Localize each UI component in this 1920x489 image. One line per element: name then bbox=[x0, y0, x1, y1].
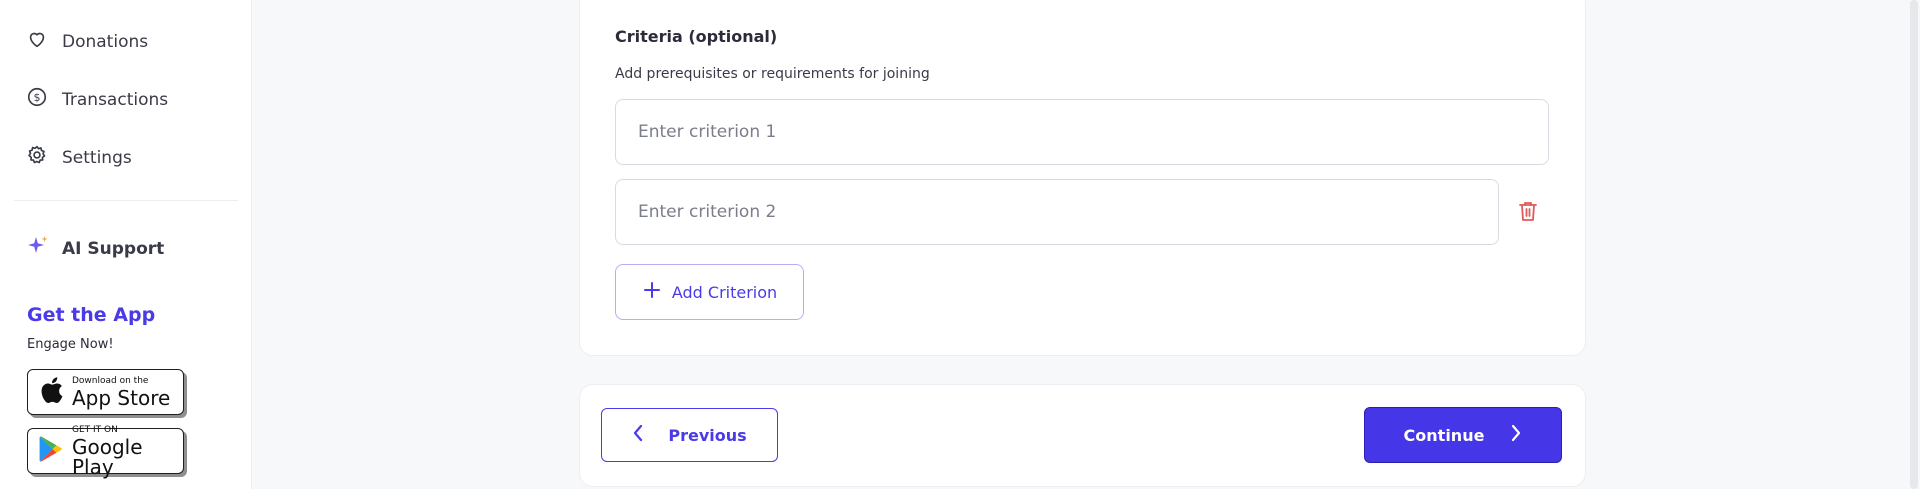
chevron-left-icon bbox=[632, 424, 644, 446]
criteria-title: Criteria (optional) bbox=[615, 27, 778, 46]
get-app-subtitle: Engage Now! bbox=[27, 337, 114, 352]
continue-button[interactable]: Continue bbox=[1364, 407, 1562, 463]
continue-label: Continue bbox=[1403, 425, 1485, 445]
app-store-badge[interactable]: Download on the App Store bbox=[27, 369, 184, 415]
criterion-2-input[interactable] bbox=[615, 179, 1499, 245]
app-store-big-text: App Store bbox=[72, 385, 171, 410]
add-criterion-button[interactable]: Add Criterion bbox=[615, 264, 804, 320]
page-scrollbar[interactable] bbox=[1910, 0, 1918, 489]
criteria-subtitle: Add prerequisites or requirements for jo… bbox=[615, 66, 930, 82]
gear-icon bbox=[26, 144, 48, 171]
app-store-small-text: Download on the bbox=[72, 375, 149, 386]
apple-icon bbox=[38, 375, 64, 409]
sidebar-item-label: Transactions bbox=[62, 89, 169, 110]
previous-button[interactable]: Previous bbox=[601, 408, 778, 462]
criterion-1-input[interactable] bbox=[615, 99, 1549, 165]
google-play-icon bbox=[38, 435, 64, 467]
heart-icon bbox=[26, 28, 48, 55]
sparkle-icon bbox=[26, 234, 50, 263]
sidebar-item-label: Donations bbox=[62, 31, 149, 52]
dollar-circle-icon: $ bbox=[26, 86, 48, 113]
google-play-small-text: GET IT ON bbox=[72, 424, 118, 435]
get-app-title: Get the App bbox=[27, 304, 156, 326]
sidebar: Donations $ Transactions Settings AI Sup… bbox=[0, 0, 252, 489]
svg-text:$: $ bbox=[34, 91, 41, 104]
sidebar-item-settings[interactable]: Settings bbox=[26, 144, 132, 171]
sidebar-item-label: Settings bbox=[62, 147, 132, 168]
google-play-badge[interactable]: GET IT ON Google Play bbox=[27, 424, 184, 479]
delete-criterion-2-button[interactable] bbox=[1516, 200, 1540, 226]
chevron-right-icon bbox=[1510, 424, 1522, 446]
previous-label: Previous bbox=[668, 425, 747, 445]
add-criterion-label: Add Criterion bbox=[671, 282, 778, 302]
plus-icon bbox=[642, 280, 662, 304]
trash-icon bbox=[1518, 200, 1538, 226]
sidebar-item-donations[interactable]: Donations bbox=[26, 28, 148, 55]
ai-support-link[interactable]: AI Support bbox=[26, 234, 164, 263]
sidebar-item-transactions[interactable]: $ Transactions bbox=[26, 86, 168, 113]
ai-support-label: AI Support bbox=[62, 238, 165, 259]
sidebar-divider bbox=[14, 200, 238, 201]
google-play-big-text: Google Play bbox=[72, 434, 143, 479]
